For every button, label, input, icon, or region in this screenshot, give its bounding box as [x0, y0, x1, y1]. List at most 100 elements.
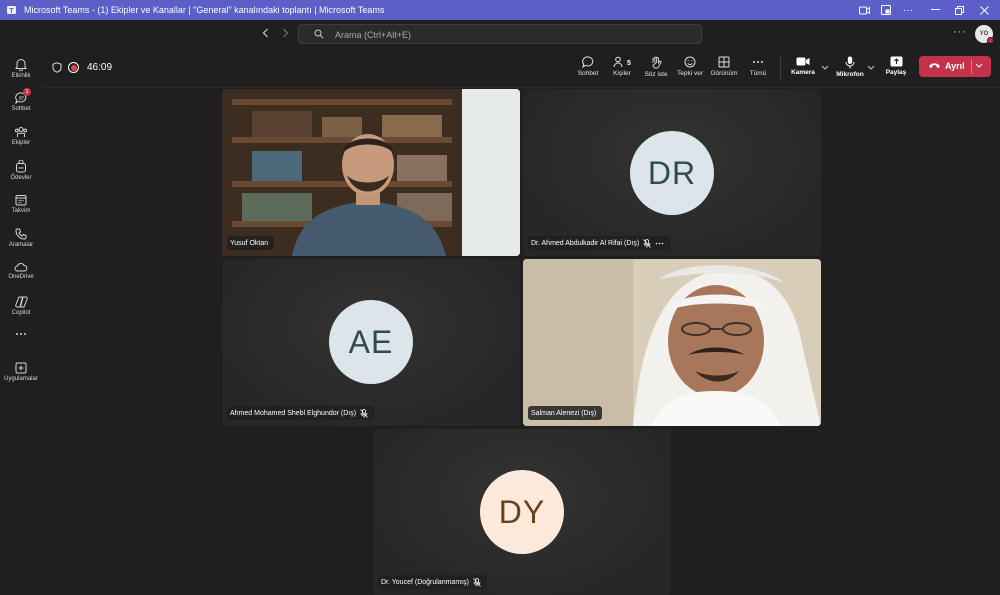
- participant-avatar: DR: [630, 131, 714, 215]
- meeting-timer: 46:09: [87, 62, 113, 73]
- participant-more-icon[interactable]: [655, 242, 664, 245]
- participant-name: Yusuf Oktan: [230, 239, 269, 247]
- mic-options-chevron-icon[interactable]: [867, 63, 875, 72]
- hang-up-icon: [929, 63, 940, 68]
- participant-initials: DR: [647, 154, 697, 191]
- toolbar-divider: [780, 56, 781, 80]
- copilot-icon: [14, 296, 28, 308]
- back-arrow-icon[interactable]: [262, 27, 269, 41]
- camera-options-chevron-icon[interactable]: [821, 63, 829, 72]
- react-label: Tepki ver: [676, 70, 703, 77]
- grid-icon: [718, 56, 730, 68]
- settings-more-icon[interactable]: ···: [953, 26, 967, 38]
- participant-tile[interactable]: DR Dr. Ahmed Abdulkadir Al Rifai (Dış): [523, 89, 821, 256]
- microphone-button[interactable]: Mikrofon: [831, 54, 869, 84]
- restore-button[interactable]: [952, 3, 966, 17]
- rail-item-onedrive[interactable]: OneDrive: [0, 258, 42, 290]
- bell-icon: [15, 59, 27, 71]
- leave-button[interactable]: Ayrıl: [919, 56, 991, 77]
- people-button[interactable]: 5 Kişiler: [603, 54, 641, 84]
- close-button[interactable]: [977, 3, 991, 17]
- calendar-icon: [15, 195, 27, 206]
- leave-label: Ayrıl: [945, 61, 965, 71]
- title-bar: T Microsoft Teams - (1) Ekipler ve Kanal…: [0, 0, 1000, 20]
- participant-tile[interactable]: DY Dr. Youcef (Doğrulanmamış): [373, 429, 671, 595]
- mic-off-icon: [473, 577, 481, 587]
- people-label: Kişiler: [613, 70, 631, 77]
- participant-name: Ahmed Mohamed Shebl Elghundor (Dış): [230, 409, 357, 417]
- search-placeholder: Arama (Ctrl+Alt+E): [335, 30, 412, 40]
- rail-item-activity[interactable]: Etkinlik: [0, 54, 42, 86]
- raise-hand-button[interactable]: Söz iste: [637, 54, 675, 84]
- participant-video: [222, 89, 520, 256]
- participant-nameplate: Ahmed Mohamed Shebl Elghundor (Dış): [227, 406, 375, 420]
- rail-label: OneDrive: [8, 274, 34, 280]
- share-screen-icon: [890, 56, 902, 67]
- participant-name: Dr. Youcef (Doğrulanmamış): [381, 578, 469, 586]
- hand-icon: [652, 56, 662, 69]
- leave-separator: [971, 59, 972, 74]
- search-bar-row: Arama (Ctrl+Alt+E) ··· YO: [0, 20, 1000, 48]
- window-more-icon[interactable]: ···: [901, 3, 915, 17]
- participant-initials: AE: [348, 323, 394, 360]
- search-input[interactable]: Arama (Ctrl+Alt+E): [298, 24, 702, 44]
- camera-button[interactable]: Kamera: [784, 54, 822, 84]
- participant-tile-active-speaker[interactable]: Salman Alenezi (Dış): [523, 259, 821, 426]
- chat-button[interactable]: Sohbet: [569, 54, 607, 84]
- rail-item-assignments[interactable]: Ödevler: [0, 156, 42, 188]
- participant-nameplate: Salman Alenezi (Dış): [528, 406, 603, 420]
- mic-off-icon: [360, 408, 368, 418]
- rail-item-chat[interactable]: 1 Sohbet: [0, 88, 42, 120]
- leave-options-chevron-icon[interactable]: [975, 60, 983, 70]
- participant-tile[interactable]: AE Ahmed Mohamed Shebl Elghundor (Dış): [222, 259, 520, 426]
- mic-label: Mikrofon: [836, 71, 864, 78]
- camera-status-icon[interactable]: [857, 3, 871, 17]
- window-title: Microsoft Teams - (1) Ekipler ve Kanalla…: [24, 5, 385, 15]
- presence-busy-icon: [987, 37, 994, 44]
- rail-item-calendar[interactable]: Takvim: [0, 190, 42, 222]
- microphone-icon: [845, 56, 855, 69]
- more-actions-button[interactable]: Tümü: [739, 54, 777, 84]
- rail-label: Copilot: [11, 310, 31, 316]
- participant-tile[interactable]: Yusuf Oktan: [222, 89, 520, 256]
- rail-label: Aramalar: [8, 242, 34, 248]
- user-initials: YO: [979, 31, 989, 37]
- add-app-icon: [15, 362, 27, 374]
- app-rail: Etkinlik 1 Sohbet Ekipler Ödevler Takvim…: [0, 48, 42, 595]
- chat-label: Sohbet: [577, 70, 599, 77]
- rail-item-apps[interactable]: Uygulamalar: [0, 358, 42, 390]
- view-button[interactable]: Görünüm: [705, 54, 743, 84]
- smiley-icon: [684, 56, 696, 68]
- share-label: Paylaş: [885, 69, 907, 76]
- rail-item-calls[interactable]: Aramalar: [0, 224, 42, 256]
- people-count: 5: [627, 60, 631, 67]
- participant-initials: DY: [498, 493, 546, 530]
- teams-icon: [14, 127, 28, 137]
- rail-item-more[interactable]: [0, 328, 42, 344]
- user-avatar[interactable]: YO: [975, 25, 994, 44]
- backpack-icon: [16, 160, 26, 173]
- react-button[interactable]: Tepki ver: [671, 54, 709, 84]
- minimize-button[interactable]: [928, 3, 942, 17]
- popout-icon[interactable]: [879, 3, 893, 17]
- rail-label: Etkinlik: [11, 73, 31, 79]
- participant-name: Salman Alenezi (Dış): [531, 409, 597, 417]
- rail-item-copilot[interactable]: Copilot: [0, 292, 42, 324]
- chat-icon: [581, 56, 593, 68]
- more-icon: [753, 61, 763, 63]
- phone-icon: [15, 228, 27, 240]
- search-icon: [314, 29, 324, 39]
- participant-avatar: DY: [480, 470, 564, 554]
- rail-label: Ekipler: [11, 140, 31, 146]
- svg-text:T: T: [9, 8, 14, 15]
- participant-video: [523, 259, 821, 426]
- participant-name: Dr. Ahmed Abdulkadir Al Rifai (Dış): [531, 239, 640, 247]
- forward-arrow-icon[interactable]: [282, 27, 289, 41]
- chat-badge: 1: [23, 88, 31, 96]
- participant-nameplate: Yusuf Oktan: [227, 236, 275, 250]
- participant-nameplate: Dr. Ahmed Abdulkadir Al Rifai (Dış): [528, 236, 671, 250]
- share-button[interactable]: Paylaş: [877, 54, 915, 84]
- rail-label: Ödevler: [10, 175, 32, 181]
- rail-item-teams[interactable]: Ekipler: [0, 122, 42, 154]
- cloud-icon: [14, 263, 28, 272]
